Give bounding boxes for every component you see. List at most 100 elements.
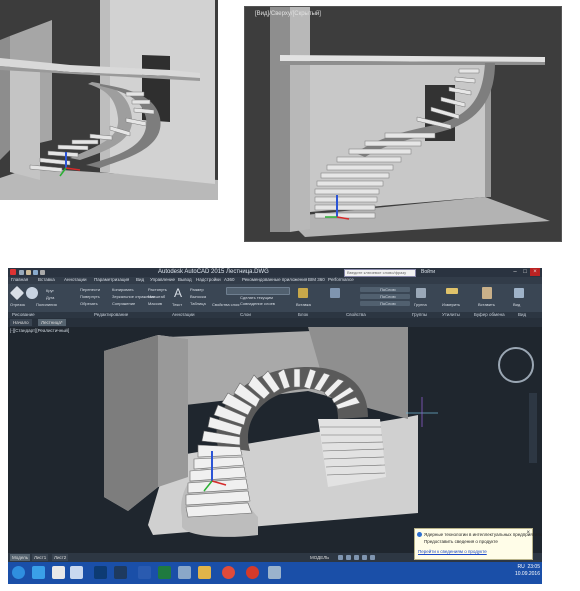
explorer-icon[interactable] <box>70 566 83 579</box>
maximize-icon[interactable]: □ <box>520 268 530 276</box>
modify-fillet[interactable]: Сопряжение <box>112 301 135 306</box>
open-file-icon[interactable] <box>26 270 31 275</box>
annotation-leader[interactable]: Выноска <box>190 294 206 299</box>
media-icon[interactable] <box>114 566 127 579</box>
group-label[interactable]: Группа <box>414 302 427 307</box>
paste-icon[interactable] <box>482 287 492 299</box>
word-icon[interactable] <box>138 566 151 579</box>
annotation-dimension[interactable]: Размер <box>190 287 204 292</box>
notification-close-icon[interactable]: × <box>526 530 530 536</box>
undo-icon[interactable] <box>40 270 45 275</box>
ortho-icon[interactable] <box>354 555 359 560</box>
layer-make-current[interactable]: Сделать текущим <box>240 295 273 300</box>
language-indicator[interactable]: RU <box>517 564 524 570</box>
modify-array[interactable]: Массив <box>148 301 162 306</box>
circle-icon[interactable] <box>26 287 38 299</box>
windows-start-icon[interactable] <box>12 566 25 579</box>
minimize-icon[interactable]: – <box>510 268 520 276</box>
snap-icon[interactable] <box>346 555 351 560</box>
doc-tab-drawing[interactable]: Лестница* <box>38 319 66 326</box>
search-field[interactable]: Введите ключевое слово/фразу <box>344 269 416 277</box>
notification-link[interactable]: Перейти к сведениям о продукте <box>418 549 487 554</box>
layer-dropdown[interactable] <box>226 287 290 295</box>
panel-draw[interactable]: Рисование <box>12 312 35 317</box>
grid-icon[interactable] <box>338 555 343 560</box>
modify-scale[interactable]: Масштаб <box>148 294 165 299</box>
app-icon[interactable] <box>268 566 281 579</box>
line-icon[interactable] <box>9 285 25 301</box>
sign-in-link[interactable]: Войти <box>421 269 435 275</box>
tab-performance[interactable]: Performance <box>328 277 354 282</box>
panel-block[interactable]: Блок <box>298 312 308 317</box>
calc-icon[interactable] <box>178 566 191 579</box>
tab-insert[interactable]: Вставка <box>38 277 55 282</box>
modify-stretch[interactable]: Растянуть <box>148 287 167 292</box>
paste-label[interactable]: Вставить <box>478 302 495 307</box>
tab-addins[interactable]: Надстройки <box>196 277 221 282</box>
folder-icon[interactable] <box>198 566 211 579</box>
draw-arc-label[interactable]: Дуга <box>46 295 54 300</box>
autocad-logo-icon[interactable] <box>10 269 16 275</box>
modify-copy[interactable]: Копировать <box>112 287 134 292</box>
draw-line-label[interactable]: Отрезок <box>10 302 25 307</box>
tab-a360[interactable]: A360 <box>224 277 235 282</box>
polar-icon[interactable] <box>362 555 367 560</box>
new-file-icon[interactable] <box>19 270 24 275</box>
save-icon[interactable] <box>33 270 38 275</box>
measure-label[interactable]: Измерить <box>442 302 460 307</box>
draw-circle-label[interactable]: Круг <box>46 288 54 293</box>
panel-properties[interactable]: Свойства <box>346 312 366 317</box>
osnap-icon[interactable] <box>370 555 375 560</box>
tab-output[interactable]: Вывод <box>178 277 192 282</box>
view-icon[interactable] <box>514 288 524 298</box>
viewport-controls[interactable]: [-][Стандарт][Реалистичный] <box>10 328 69 333</box>
modify-trim[interactable]: Обрезать <box>80 301 98 306</box>
panel-modify[interactable]: Редактирование <box>94 312 128 317</box>
tab-featured-apps[interactable]: Рекомендованные приложения <box>242 277 307 282</box>
annotation-table[interactable]: Таблица <box>190 301 206 306</box>
tab-annotate[interactable]: Аннотации <box>64 277 87 282</box>
system-tray[interactable]: RU 23:05 10.09.2016 <box>515 564 540 578</box>
modify-rotate[interactable]: Повернуть <box>80 294 100 299</box>
model-space-indicator[interactable]: МОДЕЛЬ <box>308 554 331 561</box>
yandex-icon[interactable] <box>246 566 259 579</box>
draw-polyline-label[interactable]: Полилиния <box>36 302 57 307</box>
navigation-bar[interactable] <box>529 393 537 463</box>
layer-match[interactable]: Совпадение слоев <box>240 301 275 306</box>
doc-tab-start[interactable]: Начало <box>10 319 32 326</box>
viewcube-compass[interactable] <box>498 347 534 383</box>
panel-clipboard[interactable]: Буфер обмена <box>474 312 505 317</box>
insert-label[interactable]: Вставка <box>296 302 311 307</box>
layer-properties[interactable]: Свойства слоя <box>212 302 239 307</box>
tab-home[interactable]: Главная <box>11 277 28 282</box>
layout2-tab[interactable]: Лист2 <box>52 554 69 561</box>
match-properties-icon[interactable] <box>330 288 340 298</box>
drawing-canvas[interactable]: [-][Стандарт][Реалистичный] <box>8 327 542 553</box>
notification-title: Ядерные технологии в интеллектуальных пр… <box>424 532 542 537</box>
close-icon[interactable]: × <box>530 268 540 276</box>
model-tab[interactable]: Модель <box>10 554 31 561</box>
layout1-tab[interactable]: Лист1 <box>32 554 49 561</box>
text-icon[interactable]: A <box>174 287 184 299</box>
annotation-text[interactable]: Текст <box>172 302 182 307</box>
panel-layers[interactable]: Слои <box>240 312 251 317</box>
photoshop-icon[interactable] <box>94 566 107 579</box>
tab-manage[interactable]: Управление <box>150 277 175 282</box>
tab-view[interactable]: Вид <box>136 277 144 282</box>
view-label[interactable]: Вид <box>513 302 520 307</box>
measure-icon[interactable] <box>446 288 458 294</box>
panel-groups[interactable]: Группы <box>412 312 427 317</box>
group-icon[interactable] <box>416 288 426 298</box>
panel-annotation[interactable]: Аннотации <box>172 312 195 317</box>
modify-move[interactable]: Перенести <box>80 287 100 292</box>
panel-utilities[interactable]: Утилиты <box>442 312 460 317</box>
chrome-icon[interactable] <box>222 566 235 579</box>
tab-bim360[interactable]: BIM 360 <box>308 277 325 282</box>
notification-balloon: Ядерные технологии в интеллектуальных пр… <box>414 528 542 560</box>
excel-icon[interactable] <box>158 566 171 579</box>
tab-parametric[interactable]: Параметризация <box>94 277 129 282</box>
panel-view[interactable]: Вид <box>518 312 526 317</box>
ie-icon[interactable] <box>32 566 45 579</box>
insert-block-icon[interactable] <box>298 288 308 298</box>
autocad-icon[interactable] <box>52 566 65 579</box>
